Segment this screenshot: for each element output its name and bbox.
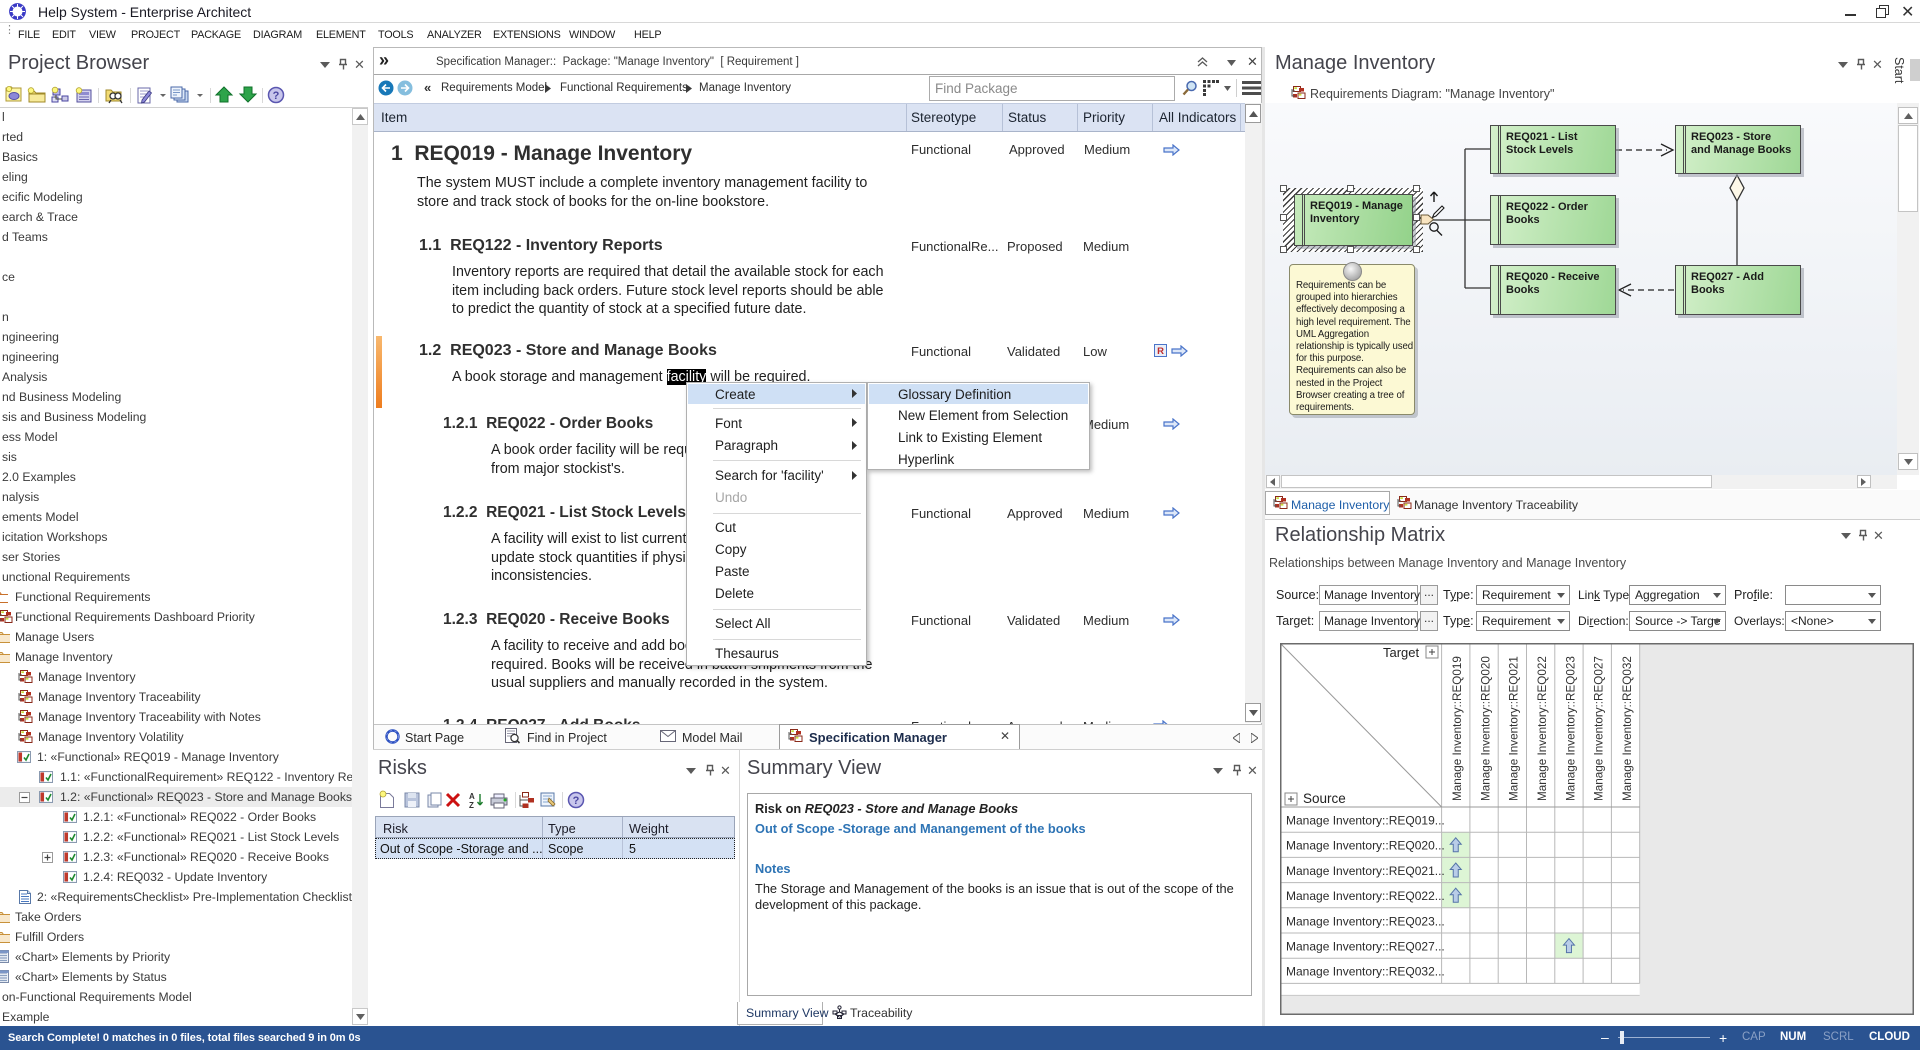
svg-text:Manage Inventory::REQ019: Manage Inventory::REQ019 xyxy=(1451,656,1464,801)
svg-text:Manage Inventory::REQ027: Manage Inventory::REQ027 xyxy=(1593,656,1606,801)
svg-text:R: R xyxy=(1157,346,1164,357)
svg-text:Target: Target xyxy=(1383,645,1420,660)
svg-text:Z: Z xyxy=(469,801,474,810)
svg-text:Manage Inventory::REQ019...: Manage Inventory::REQ019... xyxy=(1286,814,1445,828)
svg-text:Source: Source xyxy=(1303,791,1346,806)
svg-text:Manage Inventory::REQ023: Manage Inventory::REQ023 xyxy=(1564,656,1577,801)
svg-text:Manage Inventory::REQ032...: Manage Inventory::REQ032... xyxy=(1286,965,1445,979)
svg-text:Manage Inventory::REQ022: Manage Inventory::REQ022 xyxy=(1536,656,1549,801)
svg-text:Manage Inventory::REQ032: Manage Inventory::REQ032 xyxy=(1621,656,1634,801)
svg-text:Manage Inventory::REQ020: Manage Inventory::REQ020 xyxy=(1479,656,1492,801)
svg-text:?: ? xyxy=(273,90,280,102)
svg-text:Manage Inventory::REQ021...: Manage Inventory::REQ021... xyxy=(1286,864,1445,878)
svg-text:?: ? xyxy=(573,795,580,807)
svg-text:Manage Inventory::REQ021: Manage Inventory::REQ021 xyxy=(1508,656,1521,801)
svg-text:Manage Inventory::REQ027...: Manage Inventory::REQ027... xyxy=(1286,940,1445,954)
svg-text:Manage Inventory::REQ020...: Manage Inventory::REQ020... xyxy=(1286,839,1445,853)
svg-text:A: A xyxy=(469,792,475,801)
svg-text:Manage Inventory::REQ023...: Manage Inventory::REQ023... xyxy=(1286,914,1445,928)
svg-text:Manage Inventory::REQ022...: Manage Inventory::REQ022... xyxy=(1286,889,1445,903)
